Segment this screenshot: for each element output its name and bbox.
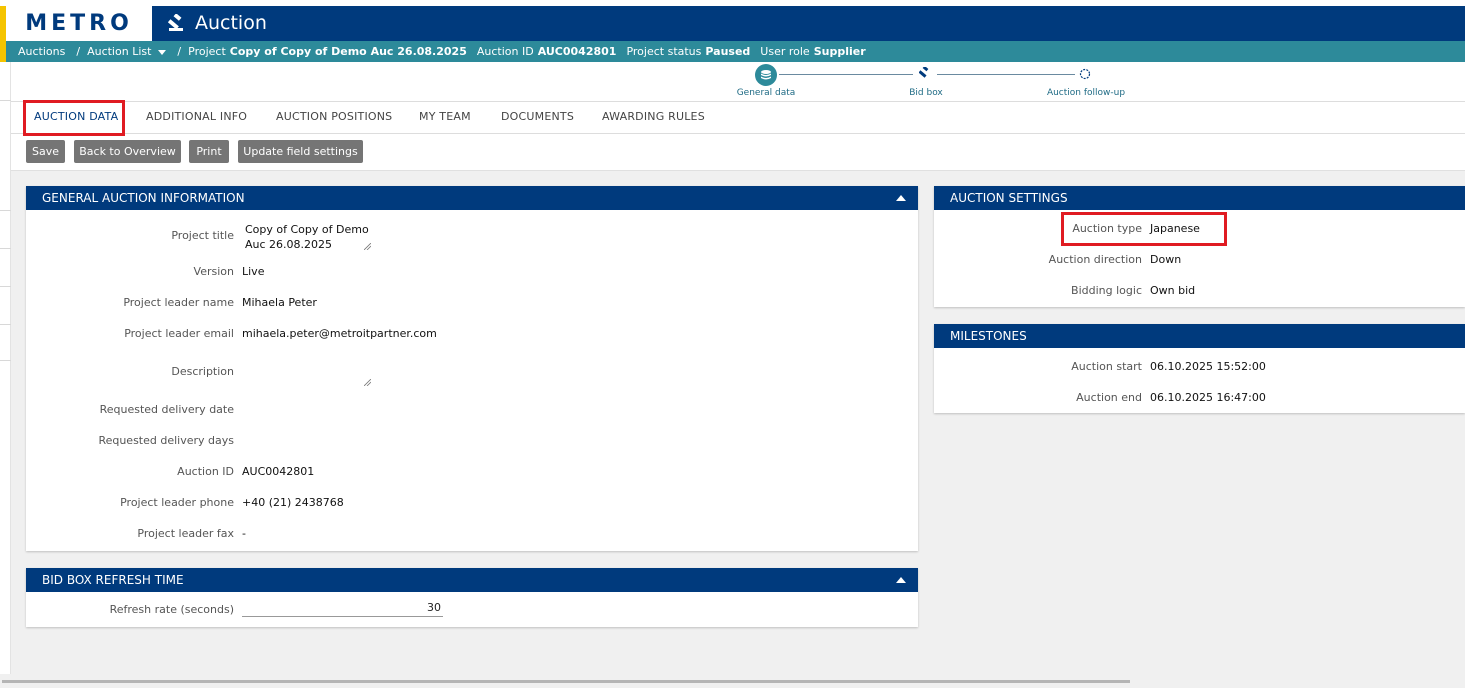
panel-header: AUCTION SETTINGS	[934, 186, 1465, 210]
step-label-bid-box: Bid box	[909, 88, 943, 98]
project-leader-name-label: Project leader name	[123, 296, 234, 309]
metro-logo[interactable]: METRO	[6, 6, 152, 41]
version-value: Live	[242, 265, 265, 278]
step-connector	[937, 74, 1075, 75]
scrollbar-thumb[interactable]	[2, 680, 1130, 683]
project-leader-email-label: Project leader email	[124, 327, 234, 340]
project-label: Project	[188, 45, 226, 58]
collapse-icon[interactable]	[896, 577, 906, 583]
tab-additional-info[interactable]: ADDITIONAL INFO	[146, 110, 247, 123]
print-button[interactable]: Print	[189, 140, 229, 163]
version-label: Version	[193, 265, 234, 278]
project-leader-phone-value: +40 (21) 2438768	[242, 496, 344, 509]
auction-id-label: Auction ID	[177, 465, 234, 478]
panel-header: GENERAL AUCTION INFORMATION	[26, 186, 918, 210]
database-icon	[761, 70, 771, 80]
user-role-value: Supplier	[813, 45, 866, 58]
save-button[interactable]: Save	[26, 140, 65, 163]
milestones-panel: MILESTONES Auction start 06.10.2025 15:5…	[934, 324, 1465, 413]
highlight-box-auction-data-tab	[23, 100, 125, 136]
panel-title: AUCTION SETTINGS	[950, 191, 1068, 205]
resize-grip-icon[interactable]	[364, 379, 371, 386]
step-label-auction-follow-up: Auction follow-up	[1046, 88, 1126, 98]
step-label-general-data: General data	[736, 88, 796, 98]
breadcrumb-separator: /	[177, 45, 182, 58]
tab-documents[interactable]: DOCUMENTS	[501, 110, 574, 123]
app-title: Auction	[168, 12, 267, 34]
project-status-label: Project status	[626, 45, 702, 58]
panel-title: MILESTONES	[950, 329, 1027, 343]
panel-header: MILESTONES	[934, 324, 1465, 348]
update-field-settings-button[interactable]: Update field settings	[238, 140, 363, 163]
chevron-down-icon	[158, 49, 167, 55]
horizontal-scrollbar[interactable]	[0, 674, 1465, 688]
project-status-value: Paused	[705, 45, 751, 58]
tab-awarding-rules[interactable]: AWARDING RULES	[602, 110, 705, 123]
resize-grip-icon[interactable]	[364, 243, 371, 250]
auction-list-label: Auction List	[87, 45, 152, 58]
auction-direction-value: Down	[1150, 253, 1182, 266]
highlight-box-auction-type	[1061, 212, 1227, 246]
auction-settings-panel: AUCTION SETTINGS Auction type Japanese A…	[934, 186, 1465, 307]
project-leader-name-value: Mihaela Peter	[242, 296, 317, 309]
process-stepper: General data Bid box Auction follow-up	[700, 64, 1160, 100]
step-general-data[interactable]	[755, 64, 777, 86]
panel-title: GENERAL AUCTION INFORMATION	[42, 191, 245, 205]
gavel-icon	[168, 14, 183, 31]
user-role-label: User role	[760, 45, 810, 58]
logo-text: METRO	[25, 11, 133, 36]
requested-delivery-date-label: Requested delivery date	[99, 403, 234, 416]
requested-delivery-days-label: Requested delivery days	[98, 434, 234, 447]
action-toolbar: Save Back to Overview Print Update field…	[11, 134, 1465, 171]
auction-id-label: Auction ID	[476, 45, 534, 58]
refresh-rate-input[interactable]: 30	[242, 601, 443, 617]
collapse-icon[interactable]	[896, 195, 906, 201]
tab-bar: AUCTION DATA ADDITIONAL INFO AUCTION POS…	[11, 101, 1465, 134]
breadcrumb-separator: /	[76, 45, 81, 58]
project-leader-email-value: mihaela.peter@metroitpartner.com	[242, 327, 437, 340]
description-textarea[interactable]	[245, 358, 371, 386]
project-leader-phone-label: Project leader phone	[120, 496, 234, 509]
gavel-icon[interactable]	[919, 67, 933, 79]
project-title-label: Project title	[171, 229, 234, 242]
refresh-rate-label: Refresh rate (seconds)	[109, 603, 234, 616]
panel-header: BID BOX REFRESH TIME	[26, 568, 918, 592]
auction-start-value: 06.10.2025 15:52:00	[1150, 360, 1266, 373]
project-title-textarea[interactable]: Copy of Copy of Demo Auc 26.08.2025	[245, 222, 371, 251]
auction-id-value: AUC0042801	[537, 45, 617, 58]
auction-end-label: Auction end	[1076, 391, 1142, 404]
project-leader-fax-value: -	[242, 527, 246, 540]
auction-end-value: 06.10.2025 16:47:00	[1150, 391, 1266, 404]
app-title-text: Auction	[195, 12, 267, 34]
breadcrumb: Auctions / Auction List / Project Copy o…	[6, 41, 1465, 62]
left-rail	[0, 62, 11, 674]
back-to-overview-button[interactable]: Back to Overview	[74, 140, 181, 163]
general-auction-information-panel: GENERAL AUCTION INFORMATION Project titl…	[26, 186, 918, 551]
tab-my-team[interactable]: MY TEAM	[419, 110, 471, 123]
auction-id-value: AUC0042801	[242, 465, 315, 478]
auction-direction-label: Auction direction	[1048, 253, 1142, 266]
breadcrumb-auction-list-dropdown[interactable]: Auction List	[87, 45, 167, 58]
step-connector	[779, 74, 913, 75]
description-label: Description	[171, 365, 234, 378]
breadcrumb-auctions-link[interactable]: Auctions	[18, 45, 65, 58]
auction-start-label: Auction start	[1071, 360, 1142, 373]
bid-box-refresh-panel: BID BOX REFRESH TIME Refresh rate (secon…	[26, 568, 918, 627]
project-title-value: Copy of Copy of Demo Auc 26.08.2025	[245, 223, 369, 251]
bidding-logic-value: Own bid	[1150, 284, 1196, 297]
panel-title: BID BOX REFRESH TIME	[42, 573, 184, 587]
project-leader-fax-label: Project leader fax	[137, 527, 234, 540]
bidding-logic-label: Bidding logic	[1071, 284, 1142, 297]
spinner-icon[interactable]	[1079, 68, 1091, 80]
project-name-value: Copy of Copy of Demo Auc 26.08.2025	[229, 45, 467, 58]
tab-auction-positions[interactable]: AUCTION POSITIONS	[276, 110, 392, 123]
top-header-bar: METRO Auction	[6, 6, 1465, 41]
